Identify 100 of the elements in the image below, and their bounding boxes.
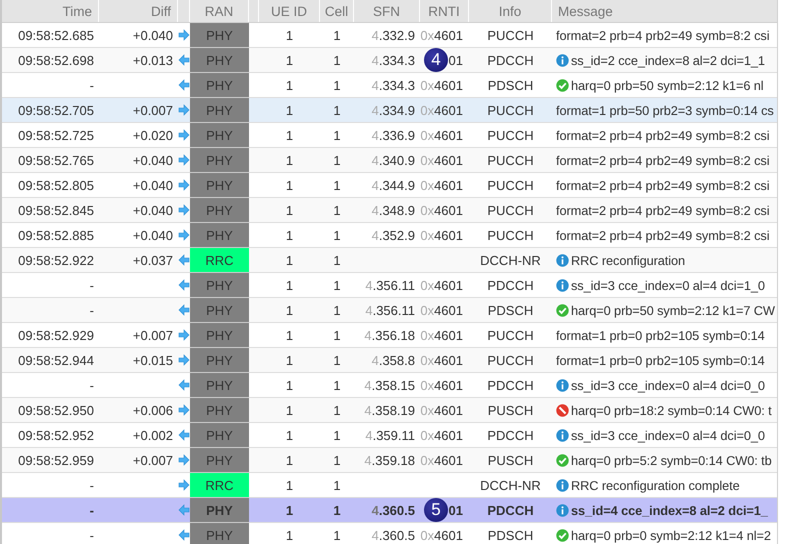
message-cell: format=1 prb=50 prb2=3 symb=0:14 cs: [556, 102, 774, 118]
time-cell: 09:58:52.929: [18, 328, 94, 342]
log-row[interactable]: - PHY 1 1 4.356.11 0x4601 PDCCH ss_id=3 cce_index=0 al=4 dci=1_0: [2, 273, 777, 298]
right-arrow-icon: [178, 129, 190, 141]
info-cell: PUCCH: [487, 128, 534, 142]
info-cell: PUCCH: [487, 352, 534, 368]
cell-id-cell: 1: [333, 28, 341, 42]
time-cell: -: [90, 378, 94, 392]
log-row[interactable]: 09:58:52.765 +0.040 PHY 1 1 4.340.9 0x4601 PUCCH format=2 prb=4 prb2=49 symb=8:2 csi: [2, 148, 777, 173]
layer-cell: PHY: [190, 298, 249, 323]
time-cell: -: [90, 302, 94, 318]
log-row[interactable]: 09:58:52.705 +0.007 PHY 1 1 4.334.9 0x4601 PUCCH format=1 prb=50 prb2=3 symb=0:14 cs: [2, 98, 777, 123]
column-header[interactable]: Diff: [99, 0, 178, 22]
rnti-cell: 0x4601: [420, 302, 463, 318]
log-row[interactable]: 09:58:52.845 +0.040 PHY 1 1 4.348.9 0x4601 PUCCH format=2 prb=4 prb2=49 symb=8:2 csi: [2, 198, 777, 223]
log-row[interactable]: 09:58:52.685 +0.040 PHY 1 1 4.332.9 0x4601 PUCCH format=2 prb=4 prb2=49 symb=8:2 csi: [2, 23, 777, 48]
left-arrow-icon: [178, 254, 190, 266]
log-row[interactable]: - PHY 1 1 4.334.3 0x4601 PDSCH harq=0 prb=50 symb=2:12 k1=6 nl: [2, 73, 777, 98]
time-cell: 09:58:52.952: [18, 428, 94, 442]
diff-cell: +0.040: [132, 178, 173, 192]
layer-cell: PHY: [190, 348, 249, 373]
time-cell: 09:58:52.845: [18, 202, 94, 218]
log-row[interactable]: 09:58:52.952 +0.002 PHY 1 1 4.359.11 0x4601 PDCCH ss_id=3 cce_index=0 al=4 dci=0_0: [2, 423, 777, 448]
column-header[interactable]: UE ID: [259, 0, 320, 22]
time-cell: -: [90, 478, 94, 492]
diff-cell: +0.007: [132, 328, 173, 342]
message-cell: harq=0 prb=50 symb=2:12 k1=6 nl: [571, 78, 764, 92]
cell-id-cell: 1: [333, 52, 341, 68]
rnti-cell: 0x4601: [420, 428, 463, 442]
right-arrow-icon: [178, 354, 190, 366]
time-cell: 09:58:52.725: [18, 128, 94, 142]
layer-cell: PHY: [190, 423, 249, 448]
log-row[interactable]: 09:58:52.885 +0.040 PHY 1 1 4.352.9 0x4601 PUCCH format=2 prb=4 prb2=49 symb=8:2 csi: [2, 223, 777, 248]
sfn-cell: 4.360.5: [372, 528, 415, 542]
log-row[interactable]: - PHY 1 1 4.358.15 0x4601 PDCCH ss_id=3 cce_index=0 al=4 dci=0_0: [2, 373, 777, 398]
column-header[interactable]: Cell: [320, 0, 354, 22]
left-arrow-icon: [178, 429, 190, 441]
column-header[interactable]: RAN: [190, 0, 249, 22]
cell-id-cell: 1: [333, 202, 341, 218]
right-arrow-icon: [178, 104, 190, 116]
layer-cell: PHY: [190, 148, 249, 173]
log-row[interactable]: 09:58:52.944 +0.015 PHY 1 1 4.358.8 0x4601 PUCCH format=1 prb=0 prb2=105 symb=0:14: [2, 348, 777, 373]
column-header[interactable]: Info: [469, 0, 552, 22]
right-arrow-icon: [178, 479, 190, 491]
log-row[interactable]: - PHY 1 1 4.360.5 5 01 PDCCH ss_id=4 cce_index=8 al=2 dci=1_: [2, 498, 777, 523]
time-cell: 09:58:52.765: [18, 152, 94, 168]
info-icon: [556, 54, 569, 66]
rnti-cell: 0x4601: [420, 128, 463, 142]
check-icon: [556, 78, 569, 92]
sfn-cell: 4.356.18: [364, 328, 415, 342]
left-arrow-icon: [178, 279, 190, 291]
cell-id-cell: 1: [333, 528, 341, 542]
ue-id-cell: 1: [286, 228, 294, 242]
cell-id-cell: 1: [333, 128, 341, 142]
log-row[interactable]: 09:58:52.929 +0.007 PHY 1 1 4.356.18 0x4601 PUCCH format=1 prb=0 prb2=105 symb=0:14: [2, 323, 777, 348]
layer-cell: PHY: [190, 123, 249, 148]
time-cell: 09:58:52.959: [18, 452, 94, 468]
info-cell: PDCCH: [487, 428, 534, 442]
ue-id-cell: 1: [286, 78, 294, 92]
info-cell: PUSCH: [488, 402, 534, 418]
message-cell: ss_id=3 cce_index=0 al=4 dci=1_0: [571, 278, 765, 292]
log-row[interactable]: 09:58:52.805 +0.040 PHY 1 1 4.344.9 0x4601 PUCCH format=2 prb=4 prb2=49 symb=8:2 csi: [2, 173, 777, 198]
layer-cell: PHY: [190, 98, 249, 123]
sfn-cell: 4.334.3: [372, 52, 415, 68]
message-cell: format=2 prb=4 prb2=49 symb=8:2 csi: [556, 228, 770, 242]
diff-cell: +0.007: [132, 102, 173, 118]
column-header[interactable]: Time: [2, 0, 99, 22]
time-cell: -: [90, 502, 94, 518]
sfn-cell: 4.359.18: [364, 452, 415, 468]
log-row[interactable]: - PHY 1 1 4.356.11 0x4601 PDSCH harq=0 prb=50 symb=2:12 k1=7 CW: [2, 298, 777, 323]
log-row[interactable]: - RRC 1 1 DCCH-NR RRC reconfiguration complete: [2, 473, 777, 498]
ue-id-cell: 1: [286, 178, 294, 192]
column-header[interactable]: SFN: [354, 0, 420, 22]
message-cell: RRC reconfiguration complete: [571, 478, 740, 492]
right-arrow-icon: [178, 179, 190, 191]
info-icon: [556, 254, 569, 266]
cell-id-cell: 1: [333, 402, 341, 418]
sfn-cell: 4.348.9: [372, 202, 415, 218]
log-row[interactable]: 09:58:52.922 +0.037 RRC 1 1 DCCH-NR RRC reconfiguration: [2, 248, 777, 273]
log-row[interactable]: 09:58:52.950 +0.006 PHY 1 1 4.358.19 0x4601 PUSCH harq=0 prb=18:2 symb=0:14 CW0: t: [2, 398, 777, 423]
rnti-cell: 0x4601: [420, 78, 463, 92]
check-icon: [556, 528, 569, 542]
ue-id-cell: 1: [286, 302, 294, 318]
diff-cell: +0.013: [132, 52, 173, 68]
rnti-cell: 0x4601: [420, 202, 463, 218]
message-cell: RRC reconfiguration: [571, 252, 686, 268]
sfn-cell: 4.358.8: [372, 352, 415, 368]
rnti-cell: 0x4601: [420, 352, 463, 368]
sfn-cell: 4.340.9: [372, 152, 415, 168]
time-cell: 09:58:52.685: [18, 28, 94, 42]
log-row[interactable]: 09:58:52.698 +0.013 PHY 1 1 4.334.3 4 01 PDCCH ss_id=2 cce_index=8 al=2 dci=1_1: [2, 48, 777, 73]
info-cell: PUCCH: [487, 152, 534, 168]
column-header[interactable]: RNTI: [420, 0, 469, 22]
rnti-cell: 0x4601: [420, 178, 463, 192]
log-row[interactable]: 09:58:52.725 +0.020 PHY 1 1 4.336.9 0x4601 PUCCH format=2 prb=4 prb2=49 symb=8:2 csi: [2, 123, 777, 148]
diff-cell: +0.040: [132, 152, 173, 168]
left-arrow-icon: [178, 529, 190, 541]
rnti-cell: 01: [448, 52, 463, 68]
log-row[interactable]: 09:58:52.959 +0.007 PHY 1 1 4.359.18 0x4601 PUSCH harq=0 prb=5:2 symb=0:14 CW0: tb: [2, 448, 777, 473]
message-cell: format=2 prb=4 prb2=49 symb=8:2 csi: [556, 128, 770, 142]
